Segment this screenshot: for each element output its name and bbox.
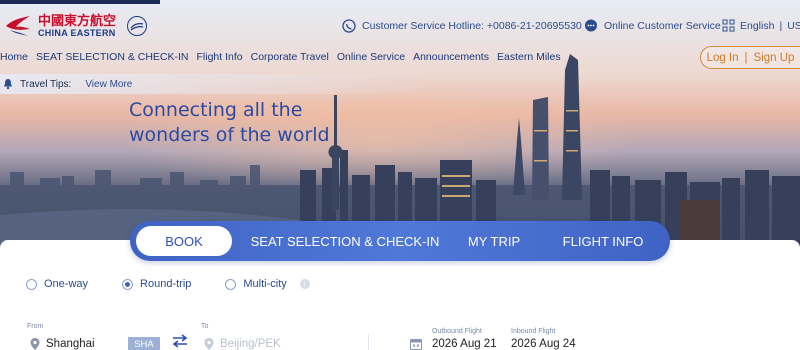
swap-arrows-icon[interactable] (172, 334, 188, 348)
hero-slogan: Connecting all the wonders of the world (129, 98, 330, 148)
to-placeholder: Beijing/PEK (220, 338, 281, 350)
site-header: 中國東方航空 CHINA EASTERN Customer Service Ho… (0, 0, 800, 48)
calendar-icon (410, 339, 422, 350)
inbound-label: Inbound Flight (511, 328, 556, 335)
brand-name-english: CHINA EASTERN (38, 28, 116, 38)
language-currency-selector[interactable]: English | USD (722, 19, 800, 32)
radio-round-trip[interactable]: Round-trip (122, 278, 191, 290)
nav-item-flight-info[interactable]: Flight Info (197, 51, 243, 63)
signup-button[interactable]: Sign Up (754, 52, 795, 64)
booking-tabs: BOOK SEAT SELECTION & CHECK-IN MY TRIP F… (130, 221, 670, 261)
from-field[interactable]: Shanghai (30, 338, 95, 350)
hotline-text: Customer Service Hotline: +0086-21-20695… (362, 20, 582, 32)
currency-label: USD (787, 19, 800, 32)
main-navigation: Home SEAT SELECTION & CHECK-IN Flight In… (0, 51, 561, 63)
from-label: From (27, 323, 44, 330)
from-value: Shanghai (46, 338, 95, 350)
from-airport-code-badge: SHA (128, 337, 160, 350)
nav-item-eastern-miles[interactable]: Eastern Miles (497, 51, 561, 63)
login-button[interactable]: Log In (707, 52, 739, 64)
slogan-line-1: Connecting all the (129, 99, 303, 121)
nav-item-online-service[interactable]: Online Service (337, 51, 405, 63)
radio-circle (26, 278, 37, 290)
customer-service-hotline[interactable]: Customer Service Hotline: +0086-21-20695… (342, 19, 597, 33)
tab-book[interactable]: BOOK (136, 226, 232, 256)
travel-tips-label: Travel Tips: (20, 78, 72, 90)
skyteam-badge-icon (127, 16, 148, 36)
outbound-date-field[interactable]: 2026 Aug 21 (410, 338, 497, 350)
radio-circle-selected (122, 278, 134, 290)
separator: | (744, 51, 748, 64)
swallow-logo-icon (6, 16, 30, 36)
radio-label: Round-trip (140, 278, 192, 290)
info-icon[interactable]: i (299, 279, 310, 289)
login-signup-group: Log In | Sign Up (700, 46, 800, 69)
china-eastern-logo[interactable]: 中國東方航空 CHINA EASTERN (4, 12, 148, 40)
tab-seat-selection-check-in[interactable]: SEAT SELECTION & CHECK-IN (248, 221, 442, 261)
field-divider (368, 334, 369, 350)
trip-type-selector: One-way Round-trip Multi-city i (26, 278, 310, 290)
nav-item-announcements[interactable]: Announcements (413, 51, 489, 63)
location-pin-icon (204, 338, 214, 350)
travel-tips-bar: Travel Tips: View More (0, 74, 440, 94)
separator: | (779, 19, 783, 32)
nav-item-seat-selection[interactable]: SEAT SELECTION & CHECK-IN (36, 51, 188, 63)
radio-circle (225, 278, 237, 290)
phone-icon (342, 19, 356, 33)
nav-item-corporate-travel[interactable]: Corporate Travel (251, 51, 329, 63)
nav-item-home[interactable]: Home (0, 51, 28, 63)
slogan-line-2: wonders of the world (129, 124, 330, 146)
radio-multi-city[interactable]: Multi-city i (225, 278, 310, 290)
online-customer-service-link[interactable]: Online Customer Service (584, 19, 721, 33)
online-service-text: Online Customer Service (604, 20, 721, 32)
language-label: English (740, 19, 775, 32)
bell-icon (4, 79, 12, 90)
brand-name-chinese: 中國東方航空 (38, 13, 117, 28)
radio-one-way[interactable]: One-way (26, 278, 88, 290)
tab-flight-info[interactable]: FLIGHT INFO (558, 221, 648, 261)
radio-label: Multi-city (243, 278, 287, 290)
outbound-date-value: 2026 Aug 21 (432, 338, 497, 350)
radio-label: One-way (44, 278, 89, 290)
view-more-link[interactable]: View More (85, 79, 132, 90)
outbound-label: Outbound Flight (432, 328, 482, 335)
inbound-date-field[interactable]: 2026 Aug 24 (511, 338, 576, 350)
globe-grid-icon (722, 19, 735, 32)
chat-bubble-icon (585, 19, 597, 32)
location-pin-icon (30, 338, 40, 350)
tab-my-trip[interactable]: MY TRIP (460, 221, 528, 261)
to-label: To (201, 323, 209, 330)
to-field[interactable]: Beijing/PEK (204, 338, 281, 350)
inbound-date-value: 2026 Aug 24 (511, 338, 576, 350)
